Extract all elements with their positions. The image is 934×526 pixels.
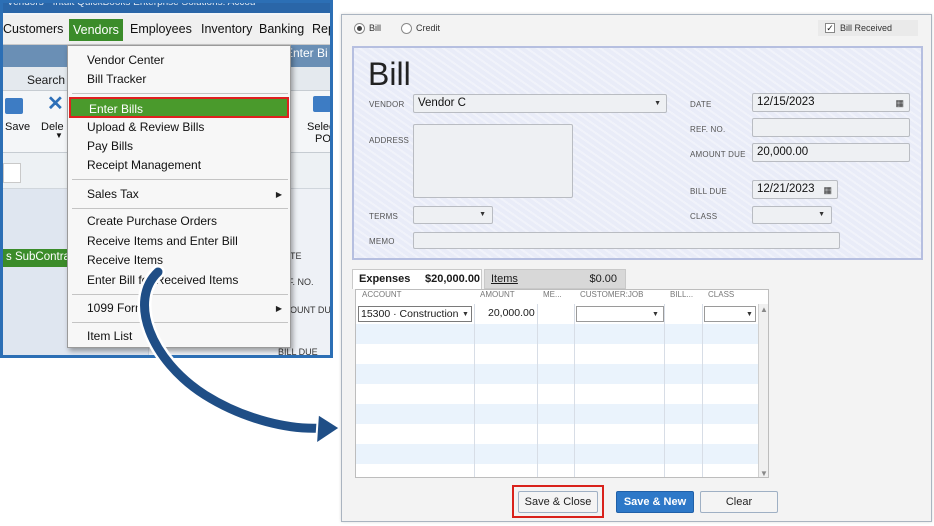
tab-items-amount: $0.00 <box>589 273 617 285</box>
grid-scrollbar[interactable]: ▲ ▼ <box>758 304 768 477</box>
date-value: 12/15/2023 <box>757 96 815 108</box>
calendar-icon[interactable]: ▦ <box>823 185 832 196</box>
account-cell[interactable]: 15300 · Construction <box>358 306 472 322</box>
amount-due-label: AMOUNT DUE <box>690 150 746 159</box>
ref-no-field[interactable] <box>752 118 910 137</box>
customer-job-dropdown-icon[interactable]: ▼ <box>652 311 659 318</box>
save-close-callout-box <box>512 485 604 518</box>
class-dropdown-icon[interactable]: ▼ <box>746 311 753 318</box>
vendor-dropdown-icon[interactable]: ▼ <box>654 100 661 107</box>
credit-radio-label: Credit <box>416 23 441 33</box>
table-row[interactable]: 15300 · Construction ▼ 20,000.00 ▼ ▼ <box>356 304 758 324</box>
expenses-grid: ACCOUNT AMOUNT ME... CUSTOMER:JOB BILL..… <box>355 289 769 478</box>
vendor-select[interactable]: Vendor C ▼ <box>413 94 667 113</box>
form-title: Bill <box>368 56 411 92</box>
clear-button[interactable]: Clear <box>700 491 778 513</box>
bill-received-checkbox[interactable]: ✓ <box>825 23 835 33</box>
table-row[interactable] <box>356 424 758 444</box>
calendar-icon[interactable]: ▦ <box>895 98 904 109</box>
bill-due-value: 12/21/2023 <box>757 183 815 195</box>
terms-dropdown-icon[interactable]: ▼ <box>479 211 486 218</box>
ref-no-label: REF. NO. <box>690 125 726 134</box>
bill-radio-label: Bill <box>369 23 382 33</box>
class-dropdown-icon[interactable]: ▼ <box>818 211 825 218</box>
vendor-label: VENDOR <box>369 100 405 109</box>
address-field[interactable] <box>413 124 573 198</box>
col-header-amount[interactable]: AMOUNT <box>476 290 515 304</box>
amount-cell[interactable]: 20,000.00 <box>488 307 535 319</box>
scroll-up-icon[interactable]: ▲ <box>760 305 768 314</box>
col-header-customer-job[interactable]: CUSTOMER:JOB <box>576 290 643 304</box>
date-field[interactable]: 12/15/2023 ▦ <box>752 93 910 112</box>
column-divider <box>702 304 703 477</box>
credit-radio[interactable] <box>401 23 412 34</box>
date-label: DATE <box>690 100 712 109</box>
terms-label: TERMS <box>369 212 398 221</box>
tab-expenses-amount: $20,000.00 <box>425 273 481 285</box>
memo-label: MEMO <box>369 237 395 246</box>
tab-expenses-label: Expenses <box>359 273 411 285</box>
column-divider <box>574 304 575 477</box>
class-select[interactable]: ▼ <box>752 206 832 224</box>
bill-form: Bill VENDOR Vendor C ▼ ADDRESS DATE 12/1… <box>352 46 923 260</box>
table-row[interactable] <box>356 344 758 364</box>
bill-received-area: ✓ Bill Received <box>818 20 918 36</box>
table-row[interactable] <box>356 444 758 464</box>
enter-bills-window: Bill Credit ✓ Bill Received Bill VENDOR … <box>341 14 932 522</box>
bill-due-label: BILL DUE <box>690 187 727 196</box>
column-divider <box>474 304 475 477</box>
tab-items-label: Items <box>491 273 518 285</box>
bill-due-field[interactable]: 12/21/2023 ▦ <box>752 180 838 199</box>
tab-items[interactable]: Items $0.00 <box>484 269 626 289</box>
account-dropdown-icon[interactable]: ▼ <box>462 311 469 318</box>
bill-received-label: Bill Received <box>840 23 893 33</box>
column-divider <box>664 304 665 477</box>
col-header-class[interactable]: CLASS <box>704 290 734 304</box>
tab-expenses[interactable]: Expenses $20,000.00 <box>352 269 482 289</box>
memo-field[interactable] <box>413 232 840 249</box>
scroll-down-icon[interactable]: ▼ <box>760 469 768 477</box>
account-value: 15300 · Construction <box>361 308 459 320</box>
vendor-value: Vendor C <box>418 97 466 109</box>
col-header-billable[interactable]: BILL... <box>666 290 693 304</box>
customer-job-cell[interactable] <box>576 306 664 322</box>
table-row[interactable] <box>356 404 758 424</box>
amount-due-field[interactable]: 20,000.00 <box>752 143 910 162</box>
table-row[interactable] <box>356 324 758 344</box>
column-divider <box>537 304 538 477</box>
address-label: ADDRESS <box>369 136 410 145</box>
class-label: CLASS <box>690 212 718 221</box>
table-row[interactable] <box>356 464 758 477</box>
terms-select[interactable]: ▼ <box>413 206 493 224</box>
col-header-memo[interactable]: ME... <box>539 290 562 304</box>
bill-radio[interactable] <box>354 23 365 34</box>
save-new-button[interactable]: Save & New <box>616 491 694 513</box>
table-row[interactable] <box>356 384 758 404</box>
col-header-account[interactable]: ACCOUNT <box>358 290 402 304</box>
table-row[interactable] <box>356 364 758 384</box>
